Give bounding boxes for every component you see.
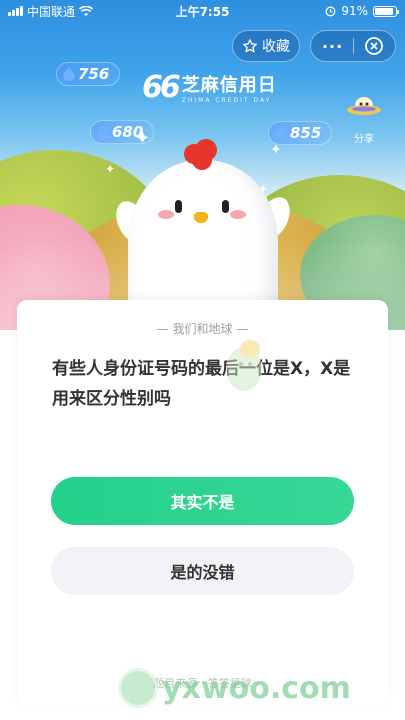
battery-level [375,7,394,15]
mini-program-capsule: ··· [310,30,396,62]
close-icon[interactable] [364,36,384,56]
zhima-logo: 66 芝麻信用日 ZHIMA CREDIT DAY [142,70,277,105]
logo-mark: 66 [142,70,181,105]
answer-button-b[interactable]: 是的没错 [51,547,354,595]
answer-button-a[interactable]: 其实不是 [51,477,354,525]
water-drop-icon [63,67,75,81]
alarm-icon [325,6,336,16]
battery-icon [373,5,400,17]
star-icon [243,39,257,53]
share-button[interactable]: 分享 [342,95,386,145]
mascot-watermark-icon [226,340,262,391]
carrier-name: 中国联通 [27,4,76,19]
wifi-icon [79,5,94,16]
question-card: — 我们和地球 — 有些人身份证号码的最后一位是X，X是用来区分性别吗 其实不是… [17,300,388,705]
watermark-logo-icon [118,668,158,708]
score-value: 855 [290,124,322,142]
score-value: 756 [78,65,110,83]
favorite-button[interactable]: 收藏 [232,30,300,62]
sparkle-icon: ✦ [105,162,116,176]
clock: 上午7:55 [175,4,230,19]
signal-icon [8,6,23,16]
status-bar: 中国联通 上午7:55 91% [0,0,405,22]
more-button[interactable]: ··· [322,37,343,56]
score-bubble[interactable]: 756 [56,62,121,86]
site-watermark: yxwoo.com [118,668,351,708]
battery-percent: 91% [341,4,369,18]
topic-label: — 我们和地球 — [156,322,249,336]
watermark-text: yxwoo.com [162,670,351,706]
share-label: 分享 [354,134,374,145]
logo-title: 芝麻信用日 [181,75,277,96]
logo-subtitle: ZHIMA CREDIT DAY [181,97,272,104]
favorite-label: 收藏 [262,39,290,55]
comb-icon [184,139,217,170]
hero-scene: 中国联通 上午7:55 91% 收藏 ··· 756 680 855 66 芝麻… [0,0,405,330]
question-text: 有些人身份证号码的最后一位是X，X是用来区分性别吗 [52,359,351,409]
water-drop-icon [97,125,109,139]
ufo-icon [347,97,381,115]
chicken-mascot [110,138,296,330]
